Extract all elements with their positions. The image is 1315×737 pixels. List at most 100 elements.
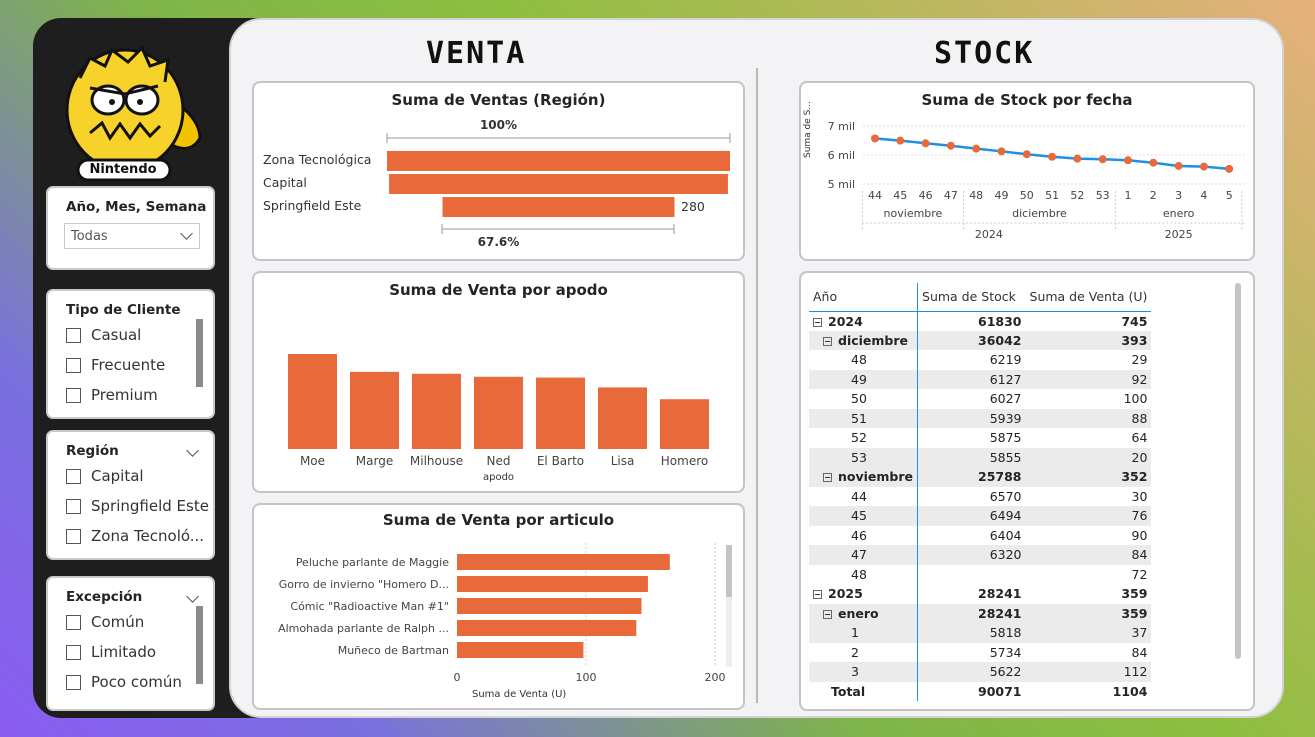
matrix-row[interactable]: −2025 28241 359 bbox=[809, 584, 1151, 604]
funnel-bar[interactable] bbox=[389, 174, 728, 194]
region-option-springfield[interactable]: Springfield Este bbox=[66, 496, 209, 516]
chevron-down-icon[interactable] bbox=[186, 590, 199, 603]
section-divider bbox=[756, 68, 758, 703]
apodo-chart-card[interactable]: Suma de Venta por apodo Moe Marge Milhouse… bbox=[252, 271, 745, 493]
stock-point[interactable] bbox=[1048, 152, 1057, 161]
collapse-icon[interactable]: − bbox=[813, 317, 822, 327]
apodo-bar[interactable] bbox=[474, 376, 523, 449]
stock-line-card[interactable]: Suma de Stock por fecha 7 mil 6 mil 5 mil 4… bbox=[799, 81, 1255, 261]
stock-matrix: Año Suma de Stock Suma de Venta (U) −202… bbox=[809, 283, 1152, 701]
client-type-option-casual[interactable]: Casual bbox=[66, 325, 141, 345]
stock-point[interactable] bbox=[1124, 156, 1132, 165]
apodo-bar[interactable] bbox=[288, 354, 337, 449]
stock-point[interactable] bbox=[871, 134, 879, 143]
stock-matrix-card[interactable]: Año Suma de Stock Suma de Venta (U) −202… bbox=[799, 271, 1255, 711]
matrix-row[interactable]: −2024 61830 745 bbox=[809, 311, 1151, 331]
funnel-bar[interactable] bbox=[442, 197, 675, 217]
stock-point[interactable] bbox=[1225, 164, 1234, 173]
matrix-row[interactable]: − enero 28241 359 bbox=[809, 603, 1152, 623]
articulo-bar[interactable] bbox=[457, 554, 670, 570]
stock-point[interactable] bbox=[1022, 150, 1031, 159]
stock-point[interactable] bbox=[997, 147, 1006, 156]
matrix-row[interactable]: − noviembre 25788 352 bbox=[809, 467, 1152, 487]
matrix-row[interactable]: 49 6127 92 bbox=[809, 369, 1152, 389]
articulo-chart-card[interactable]: Suma de Venta por articulo 0 100 200 Peluch… bbox=[252, 503, 745, 710]
articulo-bar[interactable] bbox=[457, 598, 642, 614]
funnel-label: Capital bbox=[263, 175, 307, 190]
exception-option-poco-comun[interactable]: Poco común bbox=[66, 672, 182, 692]
matrix-stock-cell: 6570 bbox=[917, 486, 1026, 506]
collapse-icon[interactable]: − bbox=[823, 473, 832, 483]
matrix-row[interactable]: 47 6320 84 bbox=[809, 545, 1152, 565]
section-title-venta: VENTA bbox=[426, 36, 527, 71]
matrix-row[interactable]: 3 5622 112 bbox=[809, 662, 1152, 682]
matrix-row[interactable]: − diciembre 36042 393 bbox=[809, 330, 1152, 350]
matrix-row[interactable]: 52 5875 64 bbox=[809, 428, 1151, 448]
matrix-row[interactable]: 44 6570 30 bbox=[809, 486, 1151, 506]
articulo-bar[interactable] bbox=[457, 576, 648, 592]
stock-point[interactable] bbox=[1149, 158, 1158, 167]
matrix-row-label: 48 bbox=[851, 352, 867, 368]
matrix-stock-cell: 6127 bbox=[917, 369, 1026, 389]
region-option-zona[interactable]: Zona Tecnoló... bbox=[66, 526, 204, 546]
client-type-option-frecuente[interactable]: Frecuente bbox=[66, 355, 165, 375]
stock-point[interactable] bbox=[896, 136, 905, 145]
funnel-bar[interactable] bbox=[387, 151, 730, 171]
matrix-header[interactable]: Suma de Stock bbox=[917, 283, 1026, 311]
region-option-capital[interactable]: Capital bbox=[66, 466, 144, 486]
articulo-bar-chart: 0 100 200 Peluche parlante de Maggie Gorro d… bbox=[278, 543, 732, 684]
stock-point[interactable] bbox=[921, 139, 930, 148]
chevron-down-icon bbox=[180, 227, 193, 240]
checkbox-icon bbox=[66, 674, 81, 690]
stock-point[interactable] bbox=[1073, 154, 1082, 163]
matrix-row[interactable]: 53 5855 20 bbox=[809, 447, 1152, 467]
articulo-bar[interactable] bbox=[457, 642, 584, 658]
matrix-row[interactable]: 48 72 bbox=[809, 564, 1151, 584]
exception-option-limitado[interactable]: Limitado bbox=[66, 642, 156, 662]
matrix-row[interactable]: 51 5939 88 bbox=[809, 408, 1152, 428]
matrix-row-label: − noviembre bbox=[823, 469, 914, 485]
apodo-bar[interactable] bbox=[350, 371, 399, 449]
apodo-bar[interactable] bbox=[412, 373, 461, 449]
scrollbar[interactable] bbox=[196, 319, 203, 387]
articulo-tick-label: Peluche parlante de Maggie bbox=[296, 556, 449, 569]
collapse-icon[interactable]: − bbox=[813, 590, 822, 600]
matrix-header[interactable]: Suma de Venta (U) bbox=[1026, 283, 1152, 311]
apodo-bar[interactable] bbox=[598, 387, 647, 449]
matrix-scrollbar[interactable] bbox=[1235, 283, 1241, 659]
stock-point[interactable] bbox=[1199, 162, 1208, 171]
articulo-bar[interactable] bbox=[457, 620, 637, 636]
apodo-bar[interactable] bbox=[536, 377, 585, 449]
client-type-option-premium[interactable]: Premium bbox=[66, 385, 158, 405]
matrix-row[interactable]: 1 5818 37 bbox=[809, 623, 1152, 643]
scrollbar[interactable] bbox=[196, 606, 203, 684]
collapse-icon[interactable]: − bbox=[823, 609, 832, 619]
matrix-stock-cell: 5875 bbox=[917, 428, 1026, 448]
matrix-row[interactable]: 46 6404 90 bbox=[809, 525, 1151, 545]
apodo-tick-label: Moe bbox=[300, 454, 325, 468]
exception-option-comun[interactable]: Común bbox=[66, 612, 144, 632]
funnel-card[interactable]: Suma de Ventas (Región) 100% 67.6% Zona … bbox=[252, 81, 745, 261]
matrix-row[interactable]: 2 5734 84 bbox=[809, 642, 1151, 662]
matrix-row-label: 3 bbox=[851, 664, 859, 680]
stock-point[interactable] bbox=[972, 144, 981, 153]
stock-point[interactable] bbox=[946, 141, 955, 150]
matrix-row[interactable]: 50 6027 100 bbox=[809, 389, 1151, 409]
articulo-tick-label: Gorro de invierno "Homero D... bbox=[279, 578, 449, 591]
articulo-chart-title: Suma de Venta por articulo bbox=[382, 511, 615, 529]
stock-x-tick: 47 bbox=[944, 189, 958, 202]
chevron-down-icon[interactable] bbox=[186, 444, 199, 457]
checkbox-icon bbox=[66, 387, 81, 403]
apodo-bar[interactable] bbox=[660, 399, 709, 449]
matrix-header[interactable]: Año bbox=[809, 283, 918, 311]
stock-x-tick: 45 bbox=[893, 189, 907, 202]
matrix-venta-cell: 112 bbox=[1123, 664, 1148, 680]
date-dropdown[interactable]: Todas bbox=[64, 223, 200, 249]
matrix-row[interactable]: 48 6219 29 bbox=[809, 350, 1151, 370]
stock-point[interactable] bbox=[1174, 161, 1183, 170]
stock-point[interactable] bbox=[1098, 155, 1107, 164]
apodo-bar-chart: Moe Marge Milhouse Ned El Barto Lisa Homero bbox=[288, 354, 709, 468]
matrix-row[interactable]: 45 6494 76 bbox=[809, 506, 1152, 526]
scrollbar[interactable] bbox=[726, 545, 732, 597]
collapse-icon[interactable]: − bbox=[823, 336, 832, 346]
